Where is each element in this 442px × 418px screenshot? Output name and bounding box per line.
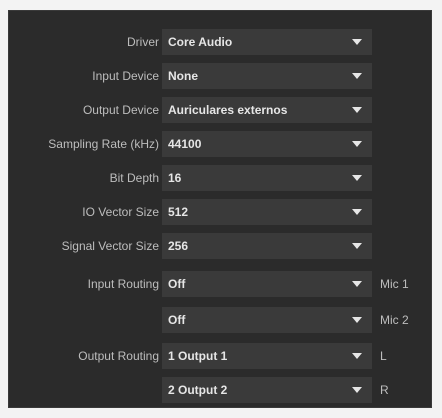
output-routing-1-channel: L [380,349,387,363]
setting-row-input-routing-2: Off Mic 2 [9,307,433,333]
io-vector-size-label: IO Vector Size [82,205,159,219]
input-routing-1-value: Off [168,277,186,291]
chevron-down-icon [352,175,362,181]
output-routing-2-select[interactable]: 2 Output 2 [162,377,372,403]
signal-vector-size-label: Signal Vector Size [61,239,159,253]
signal-vector-size-value: 256 [168,239,189,253]
input-device-value: None [168,69,198,83]
setting-row-input-device: Input Device None [9,63,433,89]
output-routing-2-value: 2 Output 2 [168,383,228,397]
chevron-down-icon [352,243,362,249]
sampling-rate-label: Sampling Rate (kHz) [48,137,159,151]
setting-row-output-device: Output Device Auriculares externos [9,97,433,123]
input-device-select[interactable]: None [162,63,372,89]
chevron-down-icon [352,73,362,79]
chevron-down-icon [352,387,362,393]
driver-select[interactable]: Core Audio [162,29,372,55]
input-routing-1-channel: Mic 1 [380,277,409,291]
bit-depth-label: Bit Depth [109,171,159,185]
signal-vector-size-select[interactable]: 256 [162,233,372,259]
audio-settings-panel: Driver Core Audio Input Device None Outp… [8,10,432,408]
chevron-down-icon [352,209,362,215]
output-device-select[interactable]: Auriculares externos [162,97,372,123]
chevron-down-icon [352,141,362,147]
setting-row-bit-depth: Bit Depth 16 [9,165,433,191]
input-routing-2-channel: Mic 2 [380,313,409,327]
input-routing-label: Input Routing [87,277,159,291]
driver-value: Core Audio [168,35,233,49]
input-routing-1-select[interactable]: Off [162,271,372,297]
output-device-value: Auriculares externos [168,103,288,117]
setting-row-input-routing-1: Input Routing Off Mic 1 [9,271,433,297]
chevron-down-icon [352,107,362,113]
output-routing-2-channel: R [380,383,389,397]
setting-row-output-routing-1: Output Routing 1 Output 1 L [9,343,433,369]
output-routing-1-select[interactable]: 1 Output 1 [162,343,372,369]
setting-row-sampling-rate: Sampling Rate (kHz) 44100 [9,131,433,157]
output-routing-label: Output Routing [78,349,159,363]
chevron-down-icon [352,39,362,45]
io-vector-size-value: 512 [168,205,189,219]
driver-label: Driver [127,35,159,49]
setting-row-output-routing-2: 2 Output 2 R [9,377,433,403]
chevron-down-icon [352,317,362,323]
io-vector-size-select[interactable]: 512 [162,199,372,225]
input-routing-2-select[interactable]: Off [162,307,372,333]
setting-row-driver: Driver Core Audio [9,29,433,55]
bit-depth-value: 16 [168,171,182,185]
setting-row-signal-vector-size: Signal Vector Size 256 [9,233,433,259]
output-routing-1-value: 1 Output 1 [168,349,228,363]
sampling-rate-value: 44100 [168,137,202,151]
sampling-rate-select[interactable]: 44100 [162,131,372,157]
bit-depth-select[interactable]: 16 [162,165,372,191]
setting-row-io-vector-size: IO Vector Size 512 [9,199,433,225]
chevron-down-icon [352,353,362,359]
input-device-label: Input Device [92,69,159,83]
output-device-label: Output Device [82,103,159,117]
input-routing-2-value: Off [168,313,186,327]
chevron-down-icon [352,281,362,287]
